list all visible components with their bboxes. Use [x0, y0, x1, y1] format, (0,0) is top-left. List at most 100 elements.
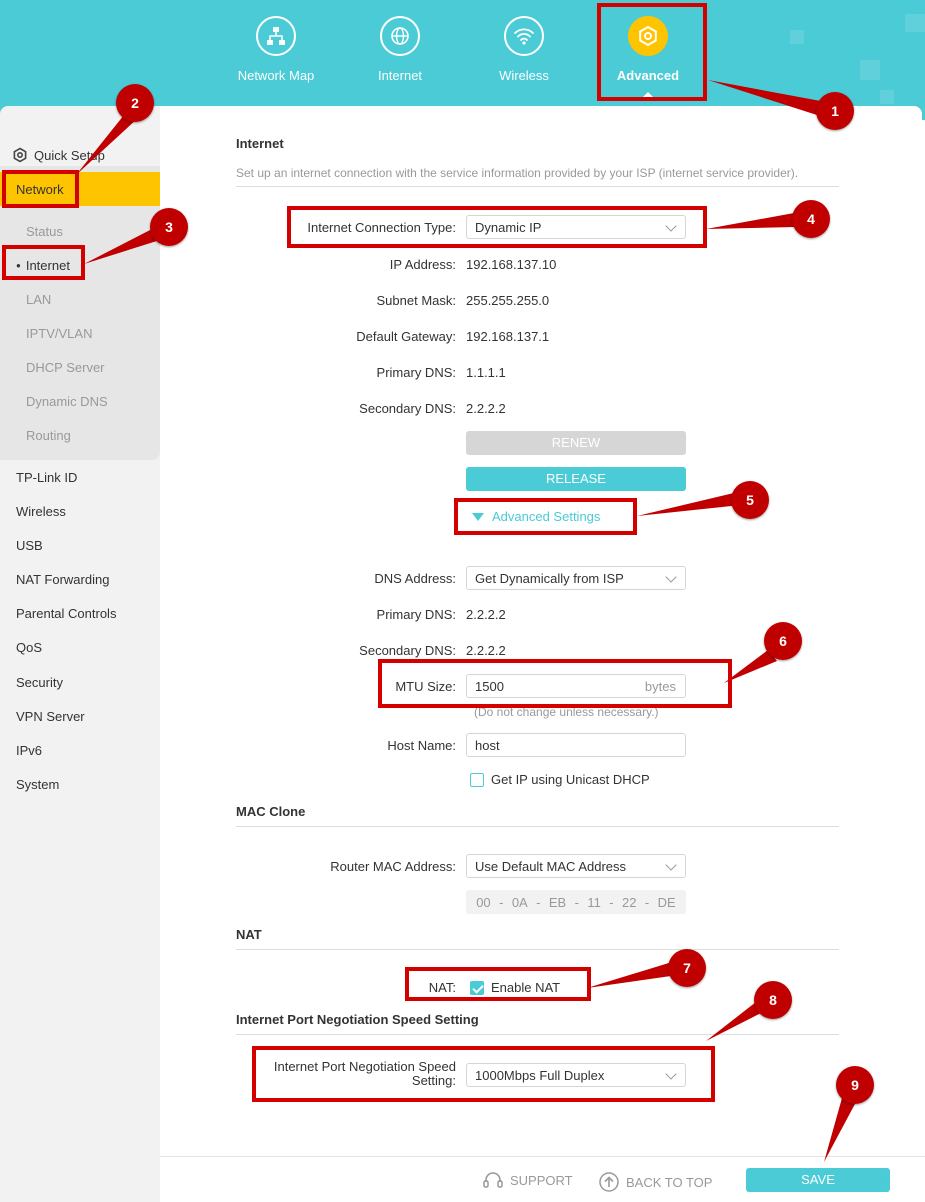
sidebar-item-label: Quick Setup — [34, 147, 105, 163]
router-mac-label: Router MAC Address: — [330, 859, 456, 874]
active-caret — [642, 92, 654, 98]
section-title-nat: NAT — [236, 927, 262, 942]
main-panel: Internet Set up an internet connection w… — [160, 106, 922, 1202]
section-description: Set up an internet connection with the s… — [236, 166, 799, 180]
primary-dns-label: Primary DNS: — [376, 365, 456, 380]
select-value: Use Default MAC Address — [475, 859, 627, 874]
chevron-down-icon — [665, 571, 677, 583]
conn-type-select[interactable]: Dynamic IP — [466, 215, 686, 239]
enable-nat-label: Enable NAT — [491, 980, 561, 995]
mtu-size-label: MTU Size: — [395, 679, 456, 694]
sidebar-sub-routing[interactable]: Routing — [26, 428, 71, 443]
input-value: host — [475, 738, 500, 753]
support-link[interactable]: SUPPORT — [482, 1171, 573, 1189]
release-button[interactable]: RELEASE — [466, 467, 686, 491]
nat-label: NAT: — [428, 980, 456, 995]
mac-octet: EB — [548, 894, 567, 910]
annotation-badge: 3 — [150, 208, 188, 246]
nav-label: Internet — [377, 68, 423, 83]
header-decoration — [880, 90, 894, 104]
annotation-badge: 5 — [731, 481, 769, 519]
section-title-internet: Internet — [236, 136, 284, 151]
nav-wireless[interactable]: Wireless — [469, 16, 579, 83]
sidebar-sub-internet[interactable]: Internet — [16, 258, 70, 273]
select-value: Get Dynamically from ISP — [475, 571, 624, 586]
unicast-dhcp-label: Get IP using Unicast DHCP — [491, 772, 650, 787]
support-label: SUPPORT — [510, 1172, 573, 1188]
router-mac-select[interactable]: Use Default MAC Address — [466, 854, 686, 878]
sidebar-sub-lan[interactable]: LAN — [26, 292, 51, 307]
nav-label: Network Map — [237, 68, 315, 83]
secondary-dns-label: Secondary DNS: — [359, 643, 456, 658]
annotation-badge: 7 — [668, 949, 706, 987]
mac-address-display: 00- 0A - EB - 11- 22- DE — [466, 890, 686, 914]
sidebar-sub-iptv-vlan[interactable]: IPTV/VLAN — [26, 326, 92, 341]
nav-advanced[interactable]: Advanced — [593, 16, 703, 83]
secondary-dns-label: Secondary DNS: — [359, 401, 456, 416]
mtu-unit: bytes — [644, 679, 676, 694]
chevron-down-icon — [665, 220, 677, 232]
ip-address-label: IP Address: — [389, 257, 456, 272]
section-title-port-speed: Internet Port Negotiation Speed Setting — [236, 1012, 479, 1027]
save-button[interactable]: SAVE — [746, 1168, 890, 1192]
mac-octet: 22 — [622, 894, 637, 910]
enable-nat-checkbox[interactable] — [470, 981, 484, 995]
mac-octet: 11 — [587, 894, 601, 910]
nav-internet[interactable]: Internet — [345, 16, 455, 83]
mac-octet: 00 — [476, 894, 491, 910]
advanced-settings-label: Advanced Settings — [492, 509, 601, 524]
input-value: 1500 — [475, 679, 504, 694]
sidebar-network-group — [0, 166, 160, 460]
dns-address-select[interactable]: Get Dynamically from ISP — [466, 566, 686, 590]
subnet-mask-label: Subnet Mask: — [376, 293, 457, 308]
nav-network-map[interactable]: Network Map — [221, 16, 331, 83]
dns-address-label: DNS Address: — [374, 571, 456, 586]
nav-label: Wireless — [499, 68, 549, 83]
mtu-hint: (Do not change unless necessary.) — [474, 705, 659, 719]
port-speed-select[interactable]: 1000Mbps Full Duplex — [466, 1063, 686, 1087]
gear-icon — [628, 16, 668, 56]
select-value: Dynamic IP — [475, 220, 542, 235]
sidebar-item-parental-controls[interactable]: Parental Controls — [16, 606, 116, 621]
port-speed-label: Internet Port Negotiation Speed Setting: — [274, 1060, 456, 1088]
annotation-badge: 1 — [816, 92, 854, 130]
annotation-badge: 9 — [836, 1066, 874, 1104]
default-gateway-label: Default Gateway: — [356, 329, 456, 344]
sidebar-sub-dynamic-dns[interactable]: Dynamic DNS — [26, 394, 108, 409]
sidebar-item-network[interactable]: Network — [0, 172, 160, 206]
back-to-top-link[interactable]: BACK TO TOP — [598, 1171, 712, 1193]
primary-dns-value: 2.2.2.2 — [466, 607, 506, 622]
sidebar-item-security[interactable]: Security — [16, 675, 63, 690]
annotation-badge: 4 — [792, 200, 830, 238]
unicast-dhcp-checkbox[interactable] — [470, 773, 484, 787]
gear-icon — [13, 147, 27, 163]
sidebar-item-tp-link-id[interactable]: TP-Link ID — [16, 470, 77, 485]
sidebar-sub-status[interactable]: Status — [26, 224, 63, 239]
chevron-down-icon — [665, 1068, 677, 1080]
ip-address-value: 192.168.137.10 — [466, 257, 557, 272]
sidebar-sub-dhcp-server[interactable]: DHCP Server — [26, 360, 105, 375]
nav-label: Advanced — [616, 68, 680, 83]
host-name-input[interactable]: host — [466, 733, 686, 757]
advanced-settings-toggle[interactable]: Advanced Settings — [472, 509, 600, 524]
section-title-mac-clone: MAC Clone — [236, 804, 306, 819]
mtu-size-input[interactable]: 1500 bytes — [466, 674, 686, 698]
network-map-icon — [256, 16, 296, 56]
globe-icon — [380, 16, 420, 56]
renew-button[interactable]: RENEW — [466, 431, 686, 455]
arrow-up-circle-icon — [599, 1172, 619, 1192]
select-value: 1000Mbps Full Duplex — [475, 1068, 605, 1083]
section-divider — [236, 949, 839, 950]
header-decoration — [905, 14, 925, 32]
sidebar-item-ipv6[interactable]: IPv6 — [16, 743, 42, 758]
back-to-top-label: BACK TO TOP — [626, 1174, 713, 1190]
sidebar-item-system[interactable]: System — [16, 777, 59, 792]
sidebar-item-usb[interactable]: USB — [16, 538, 43, 553]
sidebar-item-quick-setup[interactable]: Quick Setup — [12, 147, 105, 163]
sidebar-item-vpn-server[interactable]: VPN Server — [16, 709, 85, 724]
sidebar-item-wireless[interactable]: Wireless — [16, 504, 66, 519]
header-decoration — [790, 30, 804, 44]
sidebar-item-nat-forwarding[interactable]: NAT Forwarding — [16, 572, 109, 587]
sidebar-item-qos[interactable]: QoS — [16, 640, 42, 655]
sidebar-item-label: Network — [16, 182, 64, 197]
